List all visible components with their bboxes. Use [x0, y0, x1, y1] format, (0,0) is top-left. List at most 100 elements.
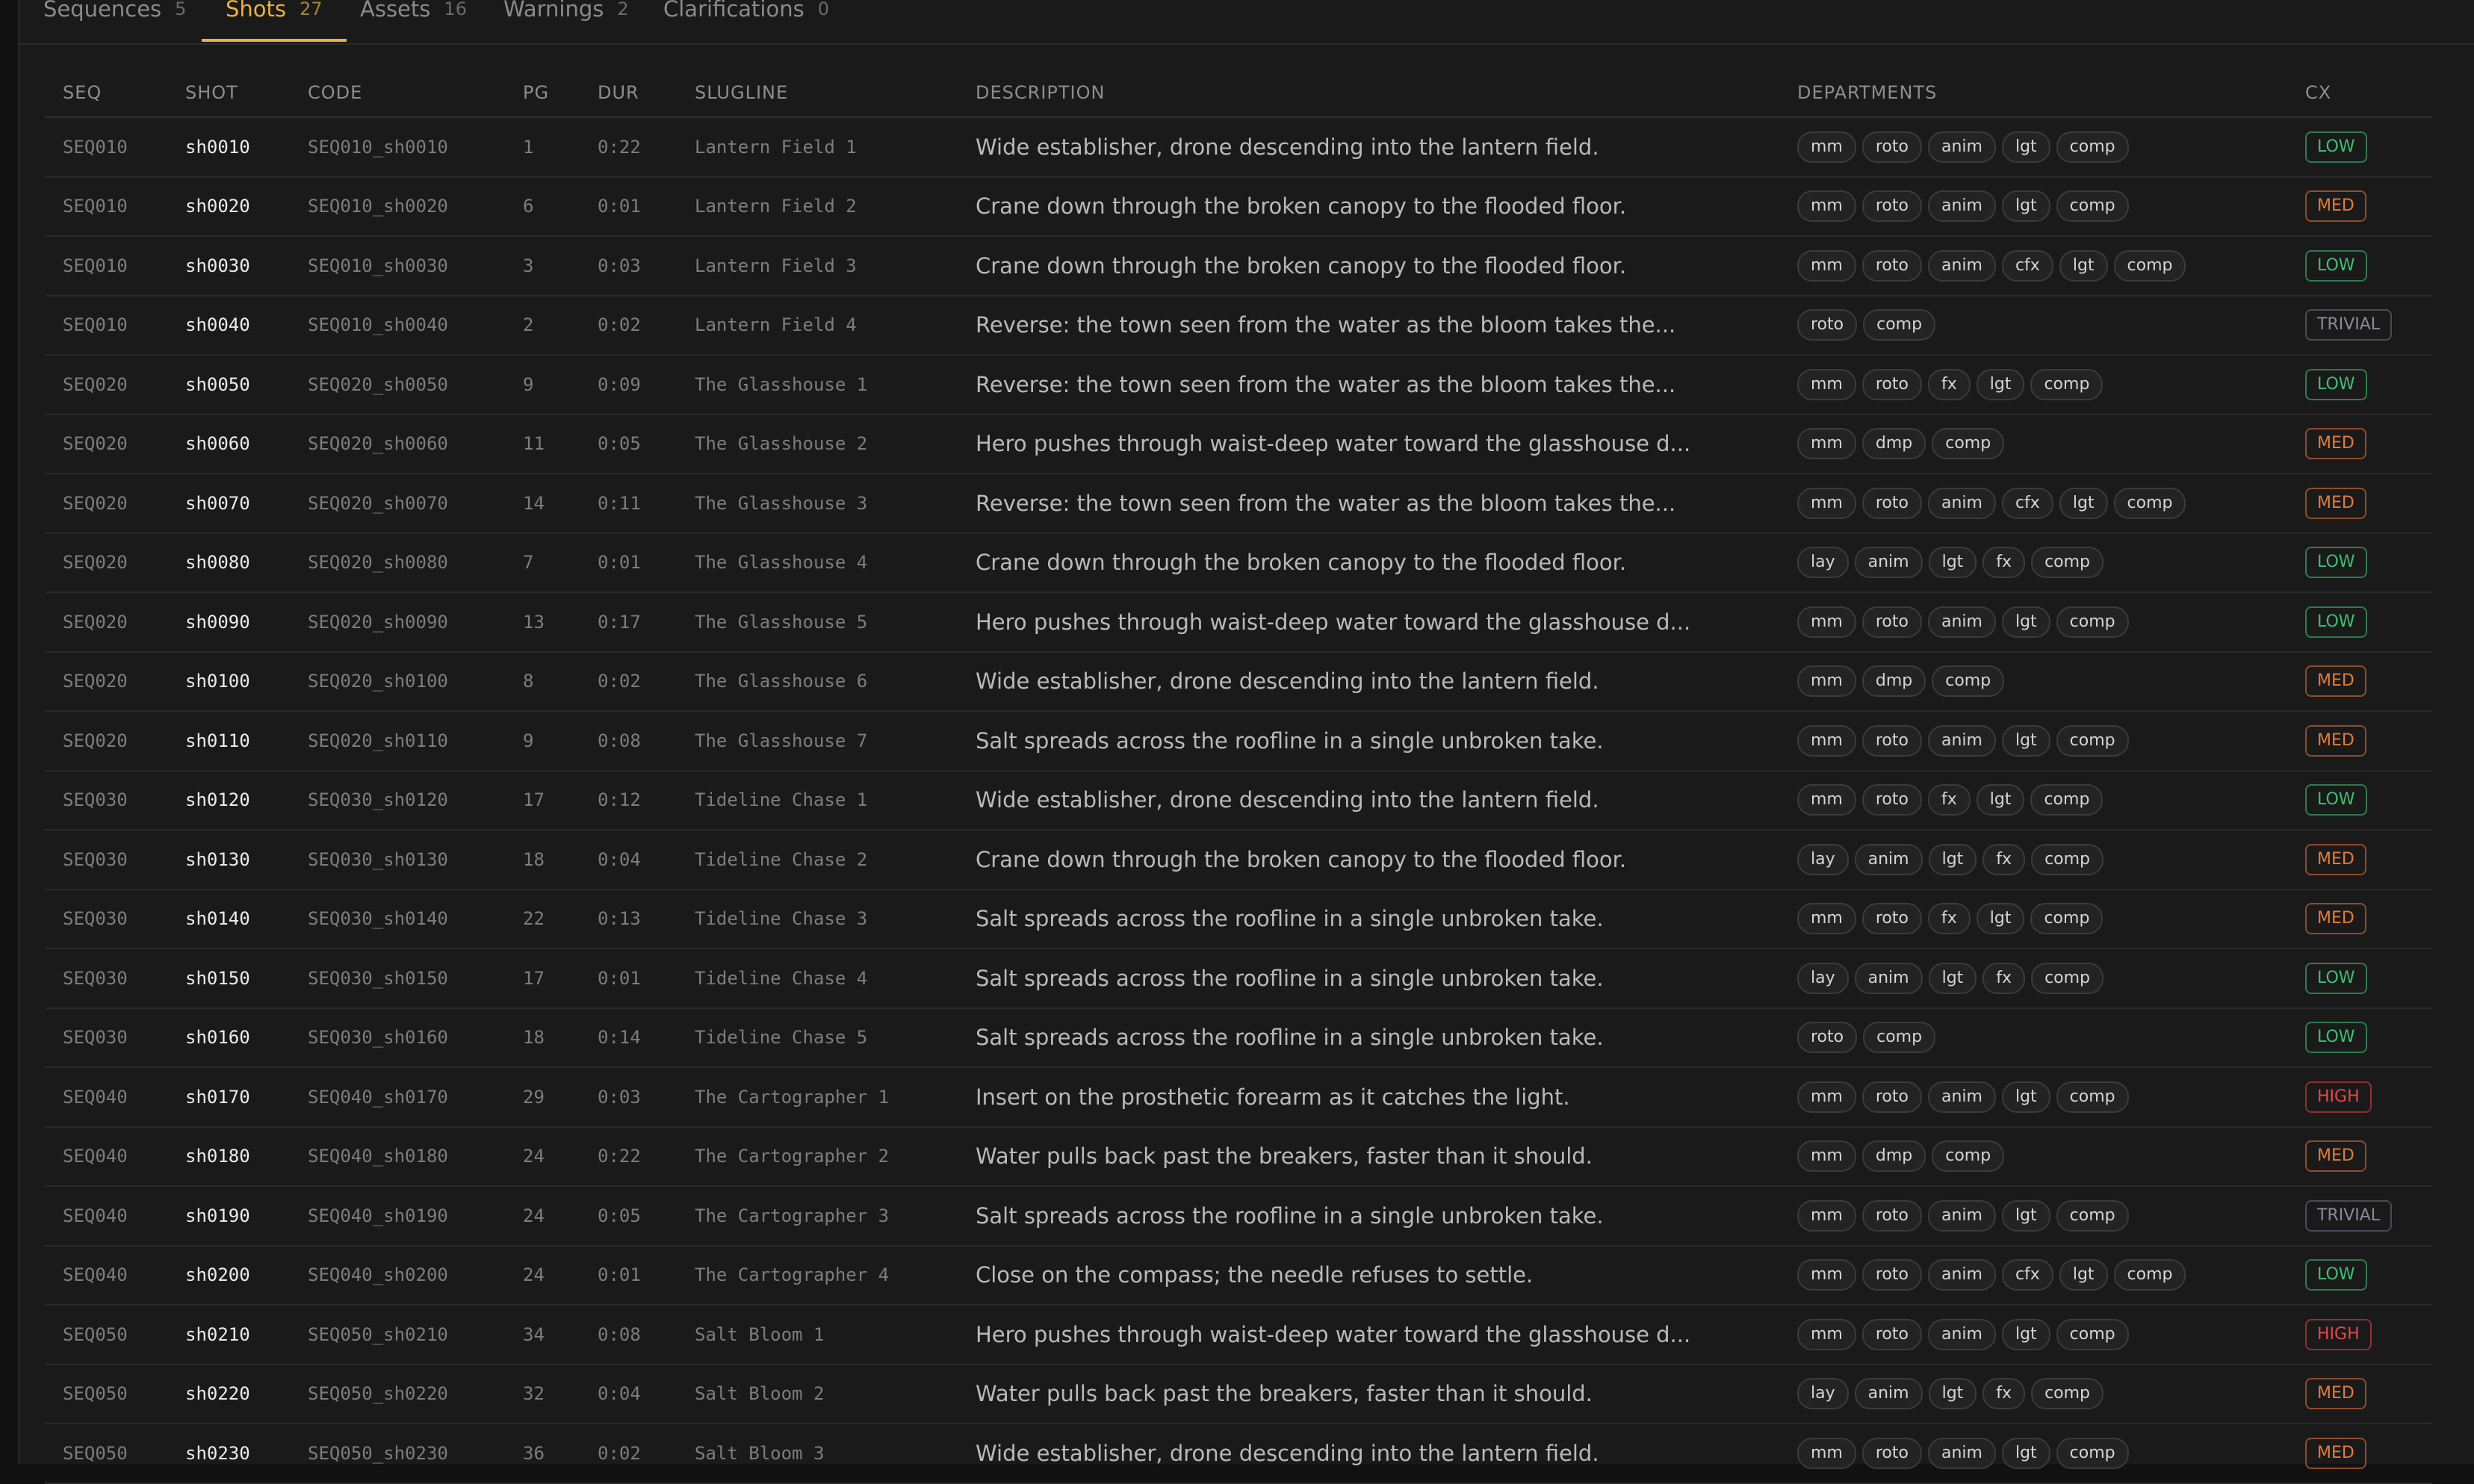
table-row[interactable]: SEQ010sh0040SEQ010_sh004020:02Lantern Fi… [45, 296, 2432, 356]
tab-count: 27 [300, 0, 323, 18]
table-header-row: SEQ SHOT CODE PG DUR SLUGLINE DESCRIPTIO… [45, 69, 2432, 117]
cell-shot: sh0050 [167, 355, 290, 415]
cell-page: 18 [505, 1008, 580, 1068]
cell-departments: rotocomp [1779, 296, 2287, 356]
cell-description: Reverse: the town seen from the water as… [958, 296, 1779, 356]
column-header-dur[interactable]: DUR [580, 69, 677, 117]
cell-description: Reverse: the town seen from the water as… [958, 355, 1779, 415]
department-tag: roto [1862, 131, 1922, 163]
cell-departments: mmrotoanimlgtcomp [1779, 711, 2287, 771]
cell-shot: sh0020 [167, 177, 290, 237]
cell-page: 1 [505, 117, 580, 177]
complexity-badge: MED [2305, 488, 2366, 519]
department-tag: comp [2030, 784, 2103, 816]
table-row[interactable]: SEQ040sh0200SEQ040_sh0200240:01The Carto… [45, 1246, 2432, 1306]
tab-clarifications[interactable]: Clarifications 0 [639, 0, 853, 42]
table-row[interactable]: SEQ030sh0150SEQ030_sh0150170:01Tideline … [45, 949, 2432, 1008]
table-row[interactable]: SEQ020sh0110SEQ020_sh011090:08The Glassh… [45, 711, 2432, 771]
column-header-seq[interactable]: SEQ [45, 69, 167, 117]
complexity-badge: MED [2305, 1378, 2366, 1409]
cell-seq: SEQ040 [45, 1186, 167, 1246]
tab-assets[interactable]: Assets 16 [336, 0, 491, 42]
tab-label: Shots [226, 0, 286, 18]
cell-slugline: The Glasshouse 3 [677, 474, 958, 533]
column-header-pg[interactable]: PG [505, 69, 580, 117]
column-header-slugline[interactable]: SLUGLINE [677, 69, 958, 117]
cell-seq: SEQ050 [45, 1424, 167, 1483]
complexity-badge: LOW [2305, 131, 2367, 163]
cell-seq: SEQ010 [45, 296, 167, 356]
table-row[interactable]: SEQ010sh0010SEQ010_sh001010:22Lantern Fi… [45, 117, 2432, 177]
complexity-badge: LOW [2305, 250, 2367, 282]
table-row[interactable]: SEQ020sh0080SEQ020_sh008070:01The Glassh… [45, 533, 2432, 593]
cell-slugline: Lantern Field 3 [677, 236, 958, 296]
cell-page: 24 [505, 1186, 580, 1246]
cell-duration: 0:03 [580, 236, 677, 296]
cell-description: Wide establisher, drone descending into … [958, 652, 1779, 712]
table-row[interactable]: SEQ040sh0180SEQ040_sh0180240:22The Carto… [45, 1127, 2432, 1187]
table-row[interactable]: SEQ040sh0170SEQ040_sh0170290:03The Carto… [45, 1067, 2432, 1127]
cell-slugline: Salt Bloom 3 [677, 1424, 958, 1483]
table-row[interactable]: SEQ030sh0140SEQ030_sh0140220:13Tideline … [45, 890, 2432, 949]
cell-departments: layanimlgtfxcomp [1779, 830, 2287, 890]
complexity-badge: MED [2305, 665, 2366, 697]
department-tag: anim [1855, 547, 1923, 578]
table-row[interactable]: SEQ050sh0230SEQ050_sh0230360:02Salt Bloo… [45, 1424, 2432, 1483]
cell-seq: SEQ020 [45, 355, 167, 415]
table-row[interactable]: SEQ030sh0130SEQ030_sh0130180:04Tideline … [45, 830, 2432, 890]
department-tag: roto [1862, 190, 1922, 222]
table-row[interactable]: SEQ030sh0160SEQ030_sh0160180:14Tideline … [45, 1008, 2432, 1068]
department-tag: fx [1928, 903, 1971, 934]
department-tag: mm [1797, 903, 1856, 934]
cell-shot: sh0060 [167, 415, 290, 474]
table-row[interactable]: SEQ030sh0120SEQ030_sh0120170:12Tideline … [45, 771, 2432, 831]
cell-shot: sh0010 [167, 117, 290, 177]
cell-complexity: MED [2287, 177, 2432, 237]
cell-description: Salt spreads across the roofline in a si… [958, 949, 1779, 1008]
department-tag: fx [1982, 547, 2025, 578]
table-row[interactable]: SEQ010sh0030SEQ010_sh003030:03Lantern Fi… [45, 236, 2432, 296]
table-row[interactable]: SEQ020sh0050SEQ020_sh005090:09The Glassh… [45, 355, 2432, 415]
department-tag: mm [1797, 488, 1856, 519]
cell-shot: sh0230 [167, 1424, 290, 1483]
table-row[interactable]: SEQ050sh0220SEQ050_sh0220320:04Salt Bloo… [45, 1365, 2432, 1424]
cell-seq: SEQ020 [45, 533, 167, 593]
cell-duration: 0:22 [580, 117, 677, 177]
cell-slugline: The Cartographer 2 [677, 1127, 958, 1187]
table-row[interactable]: SEQ020sh0090SEQ020_sh0090130:17The Glass… [45, 592, 2432, 652]
department-tag: mm [1797, 1200, 1856, 1232]
cell-shot: sh0140 [167, 890, 290, 949]
cell-description: Salt spreads across the roofline in a si… [958, 1008, 1779, 1068]
table-row[interactable]: SEQ020sh0070SEQ020_sh0070140:11The Glass… [45, 474, 2432, 533]
tab-shots[interactable]: Shots 27 [202, 0, 347, 42]
cell-shot: sh0120 [167, 771, 290, 831]
tab-sequences[interactable]: Sequences 5 [19, 0, 210, 42]
cell-code: SEQ050_sh0220 [290, 1365, 505, 1424]
tab-warnings[interactable]: Warnings 2 [480, 0, 653, 42]
cell-code: SEQ010_sh0010 [290, 117, 505, 177]
column-header-description[interactable]: DESCRIPTION [958, 69, 1779, 117]
cell-departments: mmrotoanimlgtcomp [1779, 1186, 2287, 1246]
department-tag: fx [1928, 784, 1971, 816]
department-tag: lay [1797, 547, 1849, 578]
complexity-badge: MED [2305, 1140, 2366, 1172]
department-tag: lgt [1929, 547, 1977, 578]
cell-code: SEQ020_sh0100 [290, 652, 505, 712]
cell-seq: SEQ010 [45, 117, 167, 177]
column-header-departments[interactable]: DEPARTMENTS [1779, 69, 2287, 117]
cell-departments: layanimlgtfxcomp [1779, 949, 2287, 1008]
table-row[interactable]: SEQ010sh0020SEQ010_sh002060:01Lantern Fi… [45, 177, 2432, 237]
column-header-code[interactable]: CODE [290, 69, 505, 117]
cell-page: 14 [505, 474, 580, 533]
table-row[interactable]: SEQ040sh0190SEQ040_sh0190240:05The Carto… [45, 1186, 2432, 1246]
table-row[interactable]: SEQ020sh0060SEQ020_sh0060110:05The Glass… [45, 415, 2432, 474]
department-tag: fx [1982, 844, 2025, 875]
column-header-shot[interactable]: SHOT [167, 69, 290, 117]
cell-shot: sh0220 [167, 1365, 290, 1424]
column-header-cx[interactable]: CX [2287, 69, 2432, 117]
cell-duration: 0:01 [580, 1246, 677, 1306]
cell-duration: 0:13 [580, 890, 677, 949]
table-row[interactable]: SEQ050sh0210SEQ050_sh0210340:08Salt Bloo… [45, 1305, 2432, 1365]
cell-duration: 0:08 [580, 711, 677, 771]
table-row[interactable]: SEQ020sh0100SEQ020_sh010080:02The Glassh… [45, 652, 2432, 712]
